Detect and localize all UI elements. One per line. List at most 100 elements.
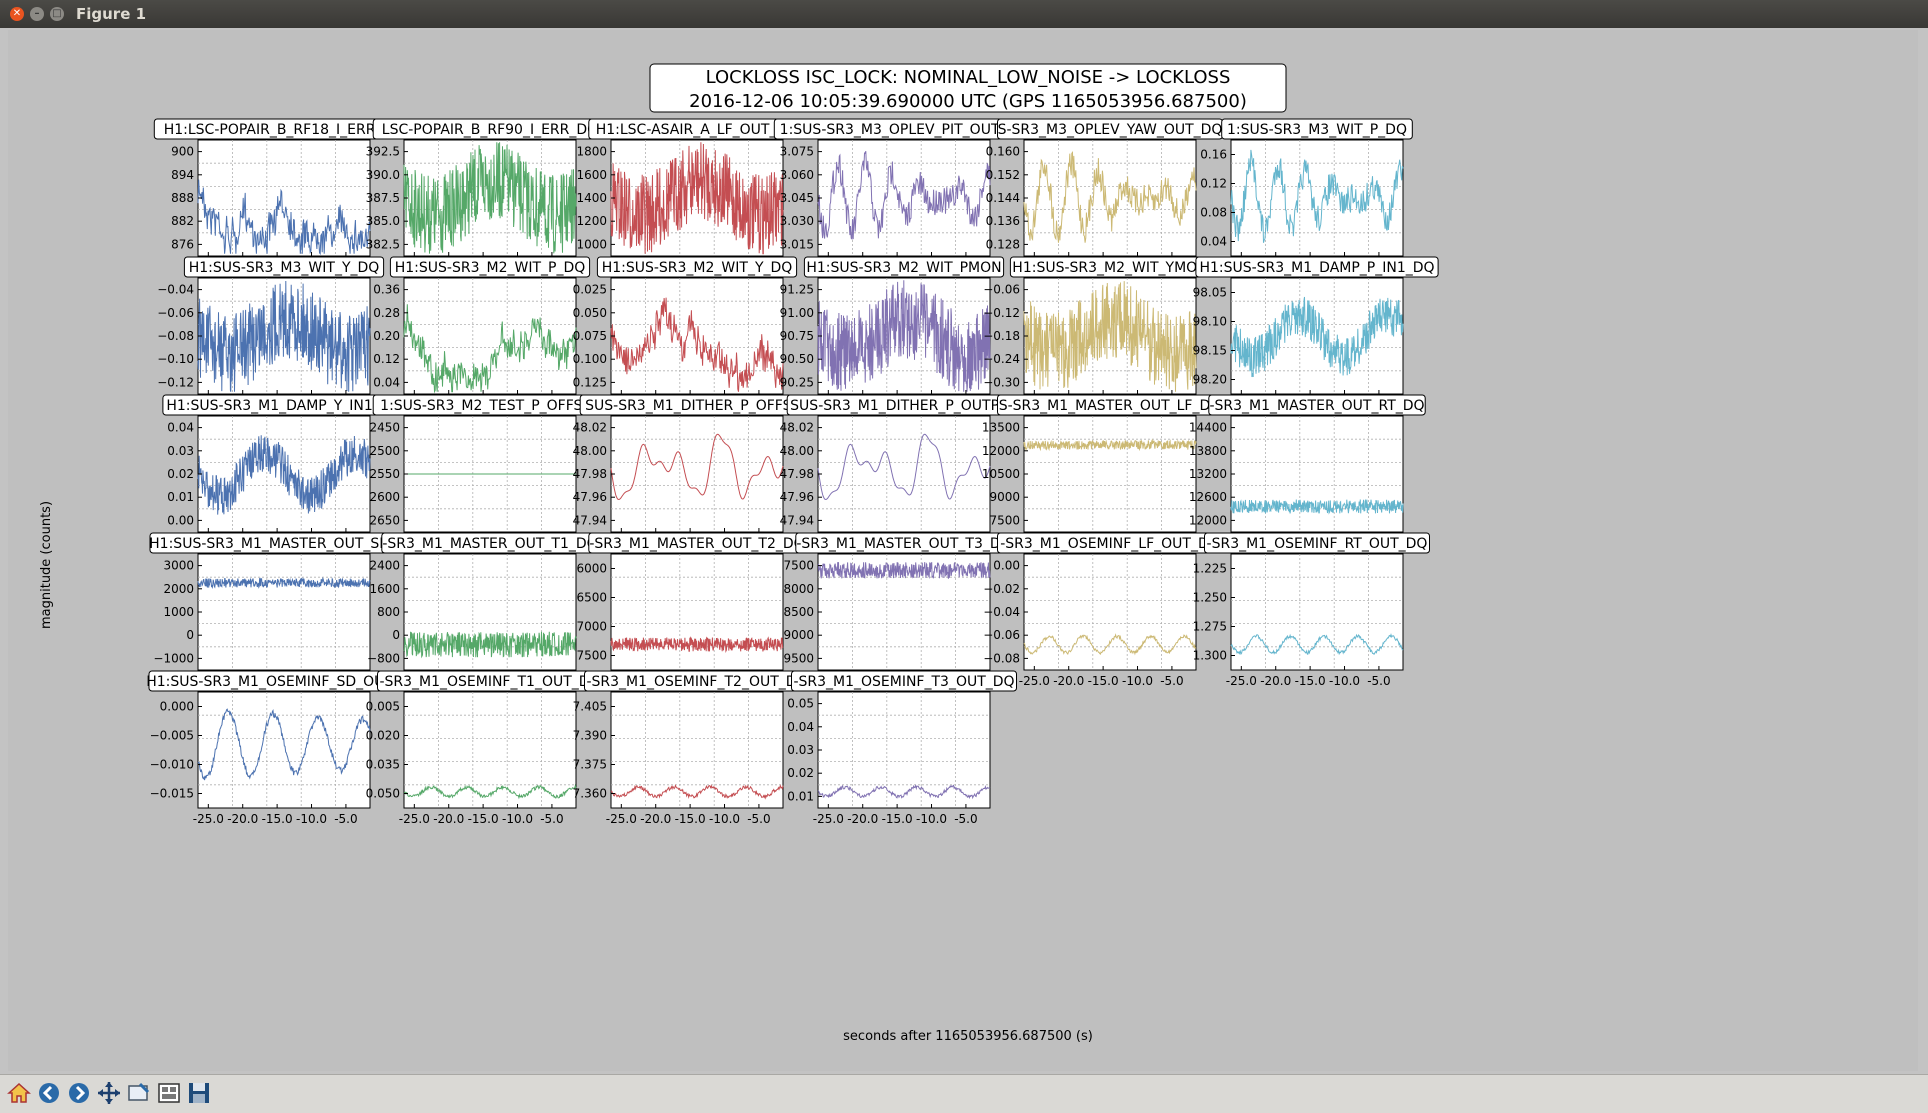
y-tick-label: 1.300 xyxy=(1193,649,1227,663)
y-tick-label: −0.12 xyxy=(983,306,1020,320)
x-tick-label: -5.0 xyxy=(540,812,563,826)
subplot-title: S-SR3_M3_OPLEV_YAW_OUT_DQ xyxy=(998,122,1223,138)
y-tick-label: −0.06 xyxy=(157,306,194,320)
subplot: 13500 12000 10500 9000 7500 S-SR3_M1_MASTER_O… xyxy=(982,394,1223,533)
x-tick-label: -25.0 xyxy=(813,812,844,826)
y-tick-label: 0.128 xyxy=(986,237,1020,251)
y-tick-label: 0.36 xyxy=(373,283,400,297)
y-tick-label: 6500 xyxy=(576,591,607,605)
y-tick-label: 1800 xyxy=(576,145,607,159)
home-button[interactable] xyxy=(6,1080,32,1106)
subplot: 0.005 0.020 0.035 0.050 -25.0 -20.0 -15.0 -10.0… xyxy=(366,670,603,826)
y-tick-label: 0.02 xyxy=(167,467,194,481)
subplot-title: SUS-SR3_M1_DITHER_P_OUTPUT xyxy=(790,398,1018,414)
subplot: 3000 2000 1000 0 −1000 H1:SUS-SR3_M1_MASTER_O… xyxy=(149,532,419,671)
y-tick-label: 2450 xyxy=(369,421,400,435)
forward-button[interactable] xyxy=(66,1080,92,1106)
subplot: 91.2591.0090.7590.5090.25-25.0-20.0-15.0… xyxy=(780,256,1005,412)
subplot: 7500 8000 8500 9000 9500 -SR3_M1_MASTER_OUT_T… xyxy=(783,532,1013,671)
y-tick-label: 47.96 xyxy=(573,490,607,504)
close-window-icon[interactable]: ✕ xyxy=(10,7,24,21)
x-tick-label: -20.0 xyxy=(227,812,258,826)
maximize-window-icon[interactable]: □ xyxy=(50,7,64,21)
y-tick-label: −800 xyxy=(367,651,400,665)
y-tick-label: 0.04 xyxy=(1200,235,1227,249)
save-button[interactable] xyxy=(186,1080,212,1106)
x-tick-label: -10.0 xyxy=(709,812,740,826)
y-tick-label: 1400 xyxy=(576,191,607,205)
y-tick-label: −1000 xyxy=(153,651,194,665)
subplot-title: H1:SUS-SR3_M1_DAMP_Y_IN1_DQ xyxy=(166,398,401,414)
y-tick-label: 0.04 xyxy=(787,720,814,734)
y-tick-label: 47.98 xyxy=(573,467,607,481)
y-tick-label: 876 xyxy=(171,237,194,251)
subplot: 6000 6500 7000 7500 -SR3_M1_MASTER_OUT_T2_DQ xyxy=(576,532,806,671)
subplot: 0.360.280.200.120.04-25.0-20.0-15.0-10.0… xyxy=(373,256,591,412)
subplot-title: H1:SUS-SR3_M2_WIT_PMON xyxy=(806,260,1001,276)
subplot: −0.04−0.06−0.08−0.10−0.12-25.0-20.0-15.0… xyxy=(157,256,385,412)
x-tick-label: -5.0 xyxy=(954,812,977,826)
y-tick-label: 98.15 xyxy=(1193,344,1227,358)
x-tick-label: -15.0 xyxy=(882,812,913,826)
minimize-window-icon[interactable]: – xyxy=(30,7,44,21)
x-tick-label: -15.0 xyxy=(468,812,499,826)
y-tick-label: 2500 xyxy=(369,444,400,458)
y-tick-label: −0.18 xyxy=(983,329,1020,343)
back-button[interactable] xyxy=(36,1080,62,1106)
zoom-button[interactable] xyxy=(126,1080,152,1106)
subplot-axes xyxy=(1023,553,1197,671)
subplot-title: H1:SUS-SR3_M1_DAMP_P_IN1_DQ xyxy=(1199,260,1434,276)
figure-canvas[interactable]: LOCKLOSS ISC_LOCK: NOMINAL_LOW_NOISE -> … xyxy=(8,30,1918,1071)
x-tick-label: -5.0 xyxy=(1160,674,1183,688)
y-tick-label: 12000 xyxy=(1189,513,1227,527)
y-tick-label: 888 xyxy=(171,191,194,205)
back-arrow-icon xyxy=(39,1083,59,1103)
y-tick-label: 2550 xyxy=(369,467,400,481)
subplot: 0.00−0.02−0.04−0.06−0.08-25.0 -20.0 -15.0-… xyxy=(983,532,1223,688)
y-tick-label: −0.30 xyxy=(983,375,1020,389)
y-tick-label: 0.00 xyxy=(167,513,194,527)
subplot-axes xyxy=(610,553,784,671)
figure-title: LOCKLOSS ISC_LOCK: NOMINAL_LOW_NOISE -> … xyxy=(706,67,1231,88)
y-tick-label: 390.0 xyxy=(366,168,400,182)
subplot-title: -SR3_M1_OSEMINF_LF_OUT_DQ xyxy=(1000,536,1220,552)
y-tick-label: 3.075 xyxy=(780,145,814,159)
y-tick-label: 882 xyxy=(171,214,194,228)
subplot: 48.0248.0047.9847.9647.94-25.0-20.0-15.0… xyxy=(573,394,815,550)
subplot: 1800 1600 1400 1200 1000 H1:LSC-ASAIR_A_LF_OU… xyxy=(576,118,806,257)
subplot-title: -SR3_M1_MASTER_OUT_T1_DQ xyxy=(382,536,597,552)
subplot-title: H1:LSC-ASAIR_A_LF_OUT_DQ xyxy=(596,122,799,138)
y-tick-label: 0.100 xyxy=(573,352,607,366)
subplot-title: -SR3_M1_OSEMINF_T2_OUT_DQ xyxy=(586,674,807,690)
y-tick-label: 1000 xyxy=(163,605,194,619)
subplot-title: -SR3_M1_MASTER_OUT_T3_DQ xyxy=(796,536,1011,552)
subplot-axes xyxy=(197,553,371,671)
y-tick-label: 0.160 xyxy=(986,145,1020,159)
y-tick-label: 47.94 xyxy=(573,513,607,527)
y-tick-label: 7500 xyxy=(783,559,814,573)
y-tick-label: 0.125 xyxy=(573,375,607,389)
y-tick-label: −0.24 xyxy=(983,352,1020,366)
y-tick-label: −0.04 xyxy=(157,283,194,297)
figure-plot-area: LOCKLOSS ISC_LOCK: NOMINAL_LOW_NOISE -> … xyxy=(39,63,1439,1044)
y-tick-label: 900 xyxy=(171,145,194,159)
x-tick-label: -25.0 xyxy=(399,812,430,826)
x-tick-label: -20.0 xyxy=(847,812,878,826)
y-tick-label: 894 xyxy=(171,168,194,182)
pan-button[interactable] xyxy=(96,1080,122,1106)
y-tick-label: 0 xyxy=(186,628,194,642)
subplot: −0.06−0.12−0.18−0.24−0.30-25.0-20.0-15.0… xyxy=(983,256,1211,412)
x-tick-label: -25.0 xyxy=(193,812,224,826)
subplot-title: H1:SUS-SR3_M3_WIT_Y_DQ xyxy=(189,260,380,276)
y-tick-label: −0.015 xyxy=(150,787,194,801)
y-tick-label: 9000 xyxy=(783,628,814,642)
y-tick-label: 12000 xyxy=(982,444,1020,458)
y-tick-label: 1200 xyxy=(576,214,607,228)
subplot-axes xyxy=(817,691,991,809)
configure-button[interactable] xyxy=(156,1080,182,1106)
figure-x-label: seconds after 1165053956.687500 (s) xyxy=(843,1029,1093,1044)
y-tick-label: −0.06 xyxy=(983,628,1020,642)
subplot-title: H1:LSC-POPAIR_B_RF18_I_ERR_DQ xyxy=(164,122,405,138)
subplot-title: -SR3_M1_OSEMINF_T3_OUT_DQ xyxy=(793,674,1014,690)
y-tick-label: 6000 xyxy=(576,562,607,576)
